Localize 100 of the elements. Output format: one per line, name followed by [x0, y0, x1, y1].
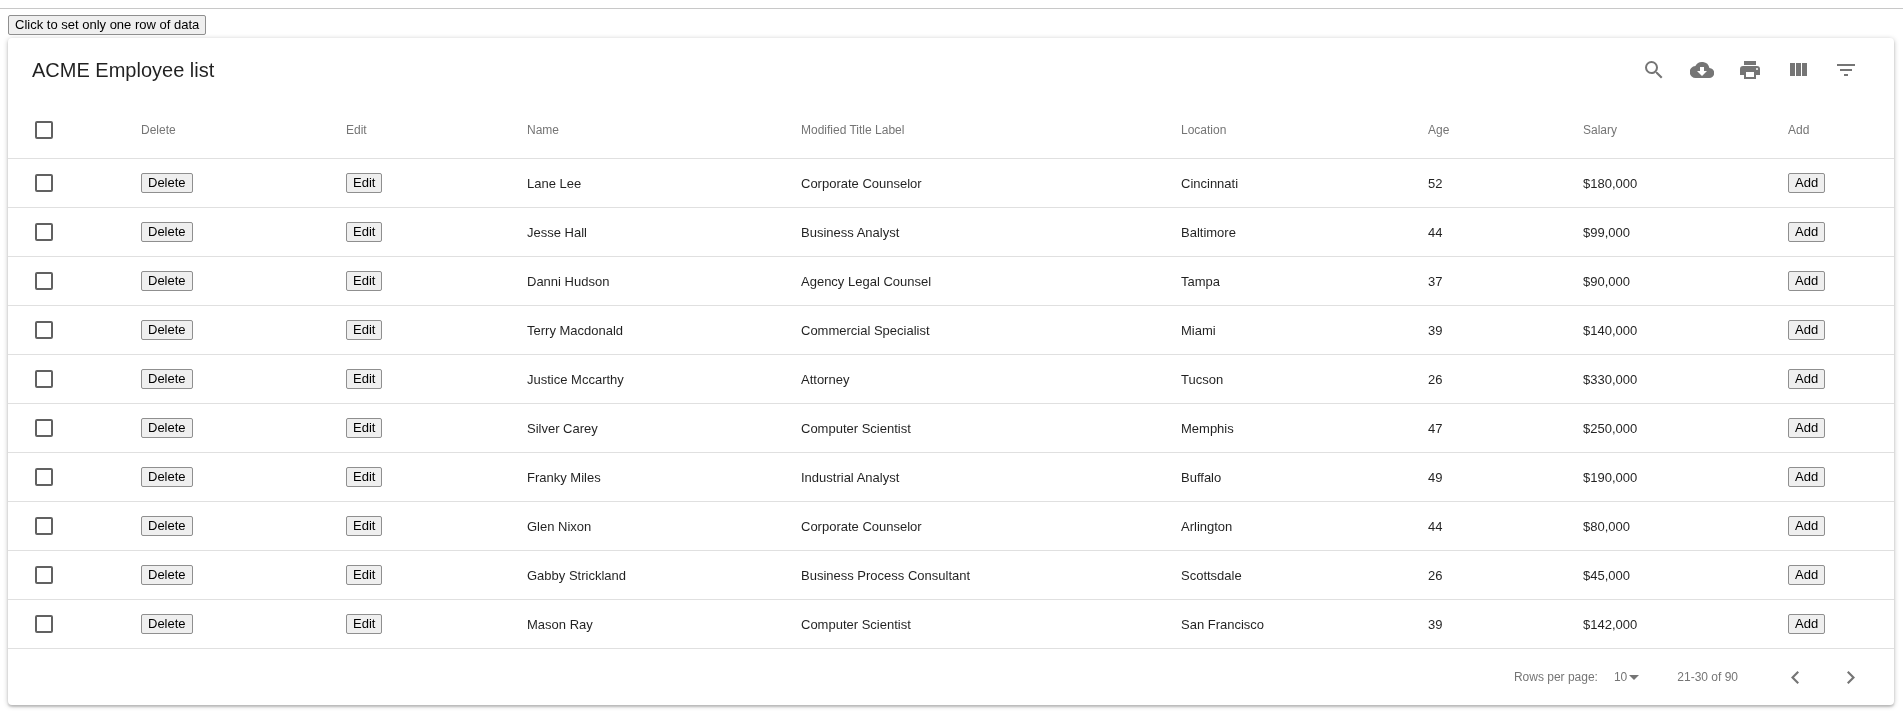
delete-button[interactable]: Delete — [141, 369, 193, 389]
edit-button[interactable]: Edit — [346, 173, 383, 193]
table-cell: 52 — [1428, 175, 1443, 191]
set-one-row-button[interactable]: Click to set only one row of data — [8, 15, 207, 35]
table-cell: 47 — [1428, 420, 1443, 436]
add-button[interactable]: Add — [1788, 271, 1826, 291]
delete-button[interactable]: Delete — [141, 418, 193, 438]
table-cell: Jesse Hall — [527, 224, 587, 240]
add-button[interactable]: Add — [1788, 173, 1826, 193]
checkbox[interactable] — [35, 223, 53, 241]
table-cell: $90,000 — [1583, 273, 1630, 289]
table-cell: 39 — [1428, 322, 1443, 338]
table-cell: Tampa — [1181, 273, 1221, 289]
edit-button[interactable]: Edit — [346, 271, 383, 291]
table-cell: $99,000 — [1583, 224, 1630, 240]
edit-button[interactable]: Edit — [346, 369, 383, 389]
checkbox[interactable] — [35, 370, 53, 388]
add-button[interactable]: Add — [1788, 369, 1826, 389]
table-cell: $140,000 — [1583, 322, 1638, 338]
column-header[interactable]: Delete — [141, 123, 176, 137]
checkbox[interactable] — [35, 517, 53, 535]
rows-per-page-select[interactable]: 10 — [1613, 670, 1640, 684]
add-button[interactable]: Add — [1788, 467, 1826, 487]
add-button[interactable]: Add — [1788, 614, 1826, 634]
checkbox[interactable] — [35, 121, 53, 139]
edit-button[interactable]: Edit — [346, 467, 383, 487]
table-cell: $45,000 — [1583, 567, 1630, 583]
checkbox[interactable] — [35, 566, 53, 584]
table-cell: Gabby Strickland — [527, 567, 626, 583]
table-cell: Scottsdale — [1181, 567, 1242, 583]
table-cell: Corporate Counselor — [801, 175, 922, 191]
rows-per-page-label: Rows per page: — [1513, 670, 1598, 684]
table-cell: Buffalo — [1181, 469, 1222, 485]
delete-button[interactable]: Delete — [141, 271, 193, 291]
table-cell: Glen Nixon — [527, 518, 592, 534]
chevron-right-icon — [1847, 670, 1855, 684]
table-cell: 37 — [1428, 273, 1443, 289]
edit-button[interactable]: Edit — [346, 516, 383, 536]
delete-button[interactable]: Delete — [141, 320, 193, 340]
table-cell: Terry Macdonald — [527, 322, 624, 338]
page-range: 21-30 of 90 — [1677, 670, 1738, 684]
table-cell: $250,000 — [1583, 420, 1638, 436]
column-header[interactable]: Modified Title Label — [801, 123, 905, 137]
table-cell: $142,000 — [1583, 616, 1638, 632]
delete-button[interactable]: Delete — [141, 173, 193, 193]
checkbox[interactable] — [35, 419, 53, 437]
delete-button[interactable]: Delete — [141, 222, 193, 242]
table-cell: Industrial Analyst — [801, 469, 900, 485]
table-cell: Silver Carey — [527, 420, 598, 436]
table-cell: 44 — [1428, 518, 1443, 534]
table-cell: Lane Lee — [527, 175, 582, 191]
edit-button[interactable]: Edit — [346, 614, 383, 634]
checkbox[interactable] — [35, 272, 53, 290]
column-header[interactable]: Name — [527, 123, 559, 137]
table-cell: $190,000 — [1583, 469, 1638, 485]
checkbox[interactable] — [35, 615, 53, 633]
table-cell: Corporate Counselor — [801, 518, 922, 534]
table-cell: 49 — [1428, 469, 1443, 485]
table-cell: $330,000 — [1583, 371, 1638, 387]
add-button[interactable]: Add — [1788, 565, 1826, 585]
table-cell: Commercial Specialist — [801, 322, 930, 338]
add-button[interactable]: Add — [1788, 222, 1826, 242]
delete-button[interactable]: Delete — [141, 614, 193, 634]
table-cell: Arlington — [1181, 518, 1233, 534]
table-cell: Agency Legal Counsel — [801, 273, 932, 289]
table-cell: Baltimore — [1181, 224, 1236, 240]
delete-button[interactable]: Delete — [141, 565, 193, 585]
table-cell: $180,000 — [1583, 175, 1638, 191]
table-cell: Computer Scientist — [801, 616, 911, 632]
column-header[interactable]: Age — [1428, 123, 1450, 137]
column-header[interactable]: Edit — [346, 123, 367, 137]
add-button[interactable]: Add — [1788, 320, 1826, 340]
edit-button[interactable]: Edit — [346, 320, 383, 340]
table-cell: 26 — [1428, 371, 1443, 387]
table-cell: Business Analyst — [801, 224, 900, 240]
column-header[interactable]: Add — [1788, 123, 1810, 137]
checkbox[interactable] — [35, 468, 53, 486]
column-header[interactable]: Location — [1181, 123, 1227, 137]
table-cell: 44 — [1428, 224, 1443, 240]
add-button[interactable]: Add — [1788, 516, 1826, 536]
table-cell: Justice Mccarthy — [527, 371, 624, 387]
table-cell: Memphis — [1181, 420, 1234, 436]
table-cell: 26 — [1428, 567, 1443, 583]
table-title: ACME Employee list — [32, 58, 216, 82]
table-cell: Tucson — [1181, 371, 1224, 387]
checkbox[interactable] — [35, 174, 53, 192]
delete-button[interactable]: Delete — [141, 516, 193, 536]
table-cell: Cincinnati — [1181, 175, 1239, 191]
edit-button[interactable]: Edit — [346, 418, 383, 438]
caret-icon — [1629, 674, 1640, 680]
table-cell: Mason Ray — [527, 616, 593, 632]
column-header[interactable]: Salary — [1583, 123, 1617, 137]
checkbox[interactable] — [35, 321, 53, 339]
delete-button[interactable]: Delete — [141, 467, 193, 487]
add-button[interactable]: Add — [1788, 418, 1826, 438]
edit-button[interactable]: Edit — [346, 565, 383, 585]
table-cell: Franky Miles — [527, 469, 601, 485]
table-cell: Business Process Consultant — [801, 567, 971, 583]
table-cell: $80,000 — [1583, 518, 1630, 534]
edit-button[interactable]: Edit — [346, 222, 383, 242]
